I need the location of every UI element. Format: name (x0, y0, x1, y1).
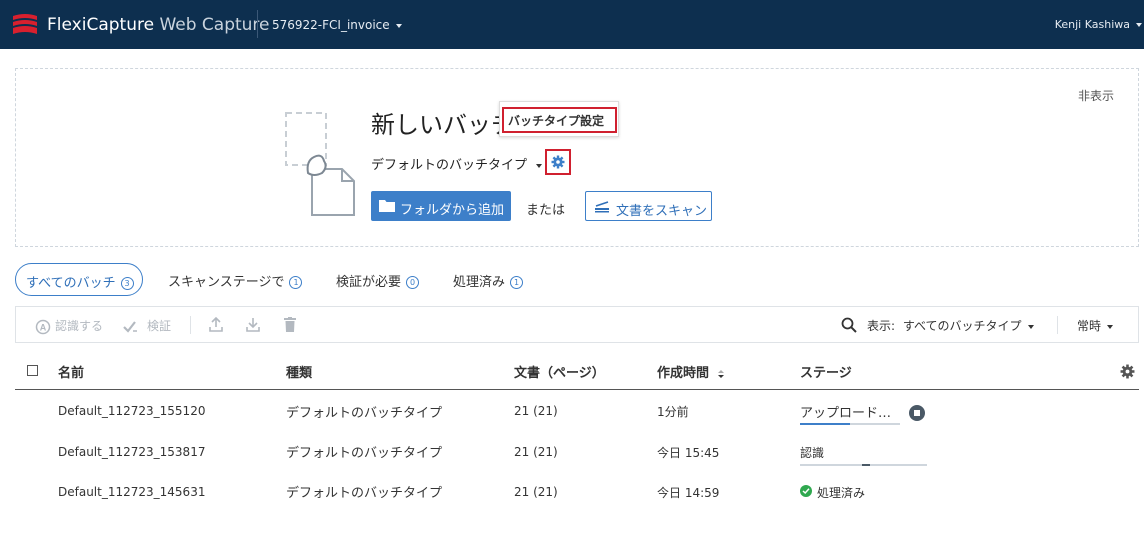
document-count: 21 (21) (514, 404, 558, 418)
toolbar-separator (190, 316, 191, 334)
tab-label: すべてのバッチ (26, 276, 116, 291)
add-from-folder-label: フォルダから追加 (400, 203, 505, 218)
count-badge: 0 (406, 276, 420, 289)
folder-icon (379, 200, 395, 212)
stage-progress-fill (800, 423, 850, 425)
tab-all-batches[interactable]: すべてのバッチ 3 (15, 263, 143, 296)
brand-sub: Web Capture (154, 15, 270, 35)
toolbar-separator (1057, 316, 1058, 334)
stage-progress-fill (862, 464, 870, 466)
count-badge: 3 (120, 277, 134, 290)
verify-check-icon (123, 320, 137, 333)
user-name: Kenji Kashiwa (1054, 18, 1130, 31)
column-header-documents[interactable]: 文書（ページ） (514, 362, 605, 381)
user-menu[interactable]: Kenji Kashiwa (1055, 18, 1142, 31)
scanner-icon (595, 201, 609, 213)
batch-name: Default_112723_145631 (58, 485, 206, 499)
column-header-name[interactable]: 名前 (58, 362, 84, 381)
document-count: 21 (21) (514, 485, 558, 499)
batch-type-selector[interactable]: デフォルトのバッチタイプ (371, 154, 543, 173)
project-selector[interactable]: 576922-FCI_invoice (272, 18, 402, 32)
created-header-label: 作成時間 (657, 366, 710, 381)
chevron-down-icon (536, 163, 543, 168)
svg-text:A: A (40, 322, 47, 332)
batch-type-settings-button[interactable] (545, 149, 571, 175)
tab-label: 検証が必要 (336, 275, 402, 290)
verify-label: 検証 (147, 319, 172, 333)
tab-label: 処理済み (453, 275, 506, 290)
brand-main: FlexiCapture (47, 15, 155, 35)
or-text: または (526, 203, 566, 218)
chevron-down-icon (395, 23, 402, 28)
new-batch-panel: 非表示 新しいバッチ バッチタイプ設定 デフォルトのバッチタイプ フォルダから追… (15, 68, 1139, 247)
scan-documents-label: 文書をスキャン (616, 204, 708, 219)
batch-type: デフォルトのバッチタイプ (286, 446, 443, 461)
add-from-folder-button[interactable]: フォルダから追加 (371, 191, 511, 221)
project-name: 576922-FCI_invoice (272, 18, 390, 32)
verify-button[interactable]: 検証 (123, 317, 171, 334)
tab-needs-verification[interactable]: 検証が必要 0 (336, 263, 420, 296)
check-icon (800, 485, 812, 497)
column-settings-gear-icon[interactable] (1120, 364, 1135, 379)
stage-label: 認識 (800, 446, 825, 460)
gear-icon (551, 155, 565, 169)
upload-icon[interactable] (209, 317, 223, 332)
stage-label: アップロード… (800, 406, 892, 421)
chevron-down-icon (1027, 324, 1034, 329)
created-time: 今日 15:45 (657, 446, 720, 460)
recognize-button[interactable]: A 認識する (35, 317, 103, 335)
created-time: 1分前 (657, 405, 689, 419)
flexicapture-logo-icon (13, 14, 37, 34)
scan-documents-button[interactable]: 文書をスキャン (585, 191, 712, 221)
select-all-checkbox[interactable] (27, 365, 38, 376)
app-title: FlexiCapture Web Capture (47, 15, 270, 35)
recognize-icon: A (35, 319, 51, 334)
chevron-down-icon (1107, 324, 1114, 329)
mode-value: 常時 (1077, 319, 1102, 333)
download-icon[interactable] (246, 317, 260, 332)
search-icon[interactable] (841, 317, 857, 333)
document-count: 21 (21) (514, 445, 558, 459)
created-time: 今日 14:59 (657, 486, 720, 500)
count-badge: 1 (289, 276, 303, 289)
tooltip-text: バッチタイプ設定 (502, 107, 617, 133)
batch-name: Default_112723_155120 (58, 404, 206, 418)
batch-type: デフォルトのバッチタイプ (286, 406, 443, 421)
tab-scan-stage[interactable]: スキャンステージで 1 (168, 263, 303, 296)
column-header-type[interactable]: 種類 (286, 362, 312, 381)
batch-toolbar: A 認識する 検証 表示: すべてのバッチタイプ 常時 (15, 306, 1139, 343)
view-value: すべてのバッチタイプ (902, 319, 1022, 333)
stop-icon[interactable] (909, 405, 925, 421)
column-header-created[interactable]: 作成時間 (657, 362, 725, 381)
column-header-stage[interactable]: ステージ (800, 362, 852, 381)
tab-processed[interactable]: 処理済み 1 (453, 263, 524, 296)
recognize-label: 認識する (55, 319, 104, 333)
chevron-down-icon (1136, 23, 1142, 27)
table-header-divider (15, 389, 1139, 390)
view-filter[interactable]: 表示: すべてのバッチタイプ (867, 317, 1034, 334)
count-badge: 1 (510, 276, 524, 289)
tab-label: スキャンステージで (168, 275, 285, 290)
stage-label: 処理済み (817, 486, 866, 500)
batch-type: デフォルトのバッチタイプ (286, 486, 443, 501)
batch-type-settings-tooltip: バッチタイプ設定 (499, 101, 619, 137)
drop-document-icon (285, 112, 355, 216)
sort-icon (717, 369, 724, 378)
trash-icon[interactable] (284, 317, 296, 332)
view-label: 表示: (867, 319, 896, 333)
new-batch-title: 新しいバッチ (371, 111, 515, 139)
batch-name: Default_112723_153817 (58, 445, 206, 459)
top-bar: FlexiCapture Web Capture 576922-FCI_invo… (0, 0, 1144, 49)
mode-selector[interactable]: 常時 (1077, 317, 1114, 334)
batch-type-label: デフォルトのバッチタイプ (371, 158, 528, 173)
hide-link[interactable]: 非表示 (1078, 87, 1114, 104)
header-divider (257, 10, 258, 38)
